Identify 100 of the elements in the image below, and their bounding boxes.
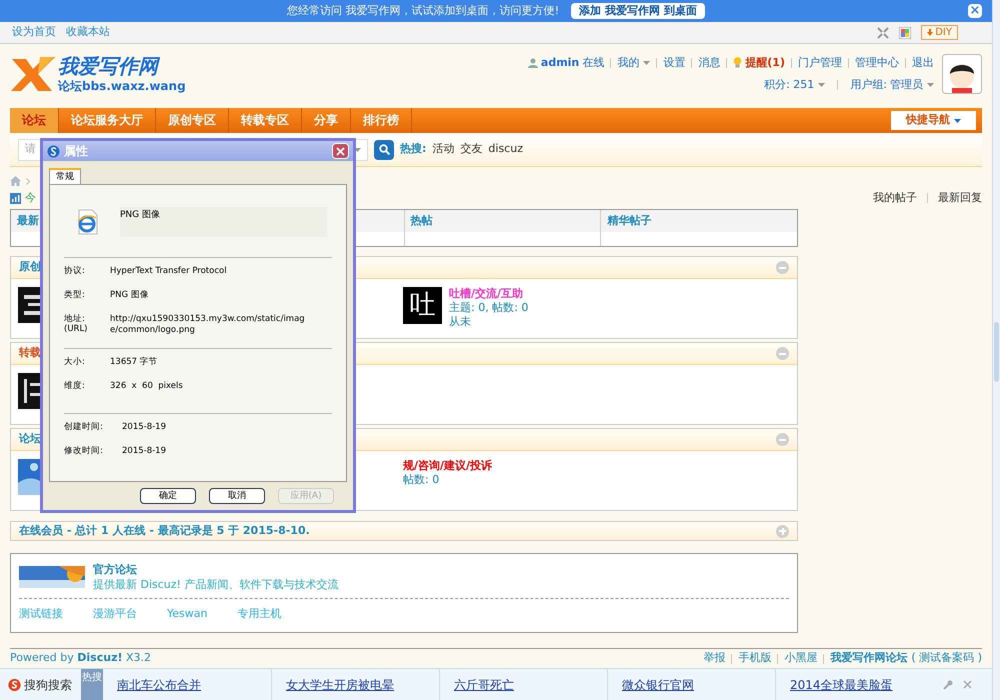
dialog-tab[interactable]: 常规: [49, 168, 81, 184]
hot-news-link[interactable]: 六斤哥死亡: [439, 668, 607, 700]
logo-subtitle: 论坛bbs.waxz.wang: [58, 79, 186, 94]
file-type: PNG 图像: [120, 207, 327, 237]
section-title: 原创: [19, 259, 41, 276]
collapse-icon[interactable]: [776, 433, 789, 446]
palette-icon[interactable]: [899, 26, 912, 38]
lightbulb-icon: [733, 57, 742, 68]
user-icon: [528, 58, 538, 68]
field-label: 类型:: [64, 290, 86, 300]
friend-link[interactable]: Yeswan: [167, 606, 208, 622]
field-value: PNG 图像: [110, 290, 149, 301]
reminder-link[interactable]: 提醒(1): [745, 54, 785, 71]
caret-icon: [643, 60, 650, 65]
header-link[interactable]: 退出: [912, 54, 934, 71]
avatar-icon[interactable]: [942, 54, 982, 94]
user-group-link[interactable]: 管理员: [890, 77, 934, 94]
column-header: 精华帖子: [601, 210, 797, 232]
footer-link[interactable]: 手机版: [738, 650, 772, 667]
close-icon[interactable]: [963, 680, 972, 689]
add-to-desktop-button[interactable]: 添加 我爱写作网 到桌面: [571, 3, 705, 19]
online-members-text: 在线会员 - 总计 1 人在线 - 最高记录是 5 于 2015-8-10.: [19, 522, 310, 539]
sogou-brand: 搜狗搜索: [24, 676, 72, 694]
footer-link[interactable]: 小黑屋: [784, 650, 818, 667]
dialog-title: 属性: [64, 143, 88, 160]
logo-icon: [10, 55, 56, 93]
search-placeholder: 请: [25, 141, 36, 158]
hot-news-link[interactable]: 女大学生开房被电晕: [271, 668, 439, 700]
footer-link[interactable]: 我爱写作网论坛: [830, 650, 908, 667]
field-label: (URL): [64, 324, 88, 334]
field-label: 修改时间:: [64, 446, 104, 456]
section-title: 转载: [19, 345, 41, 362]
hot-news-link[interactable]: 2014全球最美脸蛋: [775, 668, 943, 700]
close-icon: [336, 146, 345, 156]
online-status: 在线: [582, 54, 604, 70]
my-link[interactable]: 最新回复: [938, 190, 982, 206]
my-link[interactable]: 我的帖子: [873, 190, 917, 206]
dialog-button[interactable]: 确定: [140, 488, 196, 504]
hot-news-link[interactable]: 微众银行官网: [607, 668, 775, 700]
friend-link-title[interactable]: 官方论坛: [93, 562, 338, 577]
chart-icon: [10, 192, 21, 204]
wrench-icon[interactable]: [943, 680, 953, 690]
field-label: 大小:: [64, 357, 86, 367]
friend-link[interactable]: 漫游平台: [93, 606, 137, 622]
forum-name[interactable]: 吐槽/交流/互助: [449, 287, 528, 301]
field-value: 13657 字节: [110, 357, 158, 368]
top-link[interactable]: 收藏本站: [66, 24, 110, 41]
field-label: 维度:: [64, 381, 86, 391]
field-label: 创建时间:: [64, 422, 104, 432]
collapse-arrows-icon[interactable]: [877, 26, 890, 38]
chevron-right-icon: [26, 178, 30, 184]
top-link[interactable]: 设为首页: [12, 24, 56, 41]
search-button[interactable]: [374, 140, 394, 160]
field-value: 2015-8-19: [122, 422, 166, 433]
diy-button[interactable]: DIY: [921, 25, 958, 40]
user-group-label: 用户组:: [850, 77, 887, 93]
menu-link[interactable]: 我的: [617, 54, 650, 71]
field-value: 2015-8-19: [122, 446, 166, 457]
caret-icon: [818, 83, 826, 88]
header-link[interactable]: 消息: [698, 54, 720, 71]
credits-link[interactable]: 积分: 251: [764, 77, 826, 94]
stats-text: 今: [25, 190, 36, 206]
close-button[interactable]: ×: [968, 4, 982, 18]
collapse-icon[interactable]: [776, 261, 789, 274]
icp-link[interactable]: ( 测试备案码 ): [911, 650, 982, 667]
powered-by-text: Powered by Discuz! X3.2: [10, 650, 152, 666]
expand-icon[interactable]: [776, 524, 789, 538]
nav-tab[interactable]: 论坛: [10, 108, 59, 133]
hot-tag: 热搜: [81, 668, 103, 700]
home-icon[interactable]: [10, 176, 21, 186]
username-link[interactable]: admin: [540, 54, 580, 71]
header-link[interactable]: 设置: [663, 54, 686, 71]
collapse-icon[interactable]: [776, 347, 789, 360]
search-icon: [378, 144, 390, 155]
close-button[interactable]: [332, 143, 349, 159]
forum-icon: 吐: [403, 287, 442, 324]
scrollbar[interactable]: [992, 0, 1000, 700]
quick-nav-button[interactable]: 快捷导航: [891, 111, 976, 130]
field-label: 地址:: [64, 314, 86, 324]
hot-search-label: 热搜:: [400, 141, 426, 158]
friend-link[interactable]: 专用主机: [237, 606, 282, 622]
hot-search-link[interactable]: 活动: [432, 141, 454, 158]
forum-name[interactable]: 规/咨询/建议/投诉: [403, 459, 492, 473]
field-value: 326 x 60 pixels: [110, 381, 183, 392]
field-value: HyperText Transfer Protocol: [110, 266, 227, 277]
header-link[interactable]: 管理中心: [855, 54, 899, 71]
caret-icon: [954, 118, 961, 122]
last-post: 从未: [449, 315, 472, 329]
friend-link[interactable]: 测试链接: [19, 606, 63, 622]
hot-search-link[interactable]: discuz: [488, 141, 523, 158]
section-title: 论坛: [19, 431, 41, 448]
header-link[interactable]: 门户管理: [798, 54, 842, 71]
download-arrow-icon: [927, 29, 934, 36]
notice-text: 您经常访问 我爱写作网，试试添加到桌面，访问更方便!: [287, 2, 560, 19]
footer-link[interactable]: 举报: [703, 650, 726, 667]
field-value: http://qxu1590330153.my3w.com/static/image/common/logo.png: [110, 314, 306, 336]
hot-search-link[interactable]: 交友: [460, 141, 482, 158]
dialog-button[interactable]: 取消: [209, 488, 265, 504]
hot-news-link[interactable]: 南北车公布合并: [103, 668, 271, 700]
sogou-logo-icon: [8, 676, 21, 692]
